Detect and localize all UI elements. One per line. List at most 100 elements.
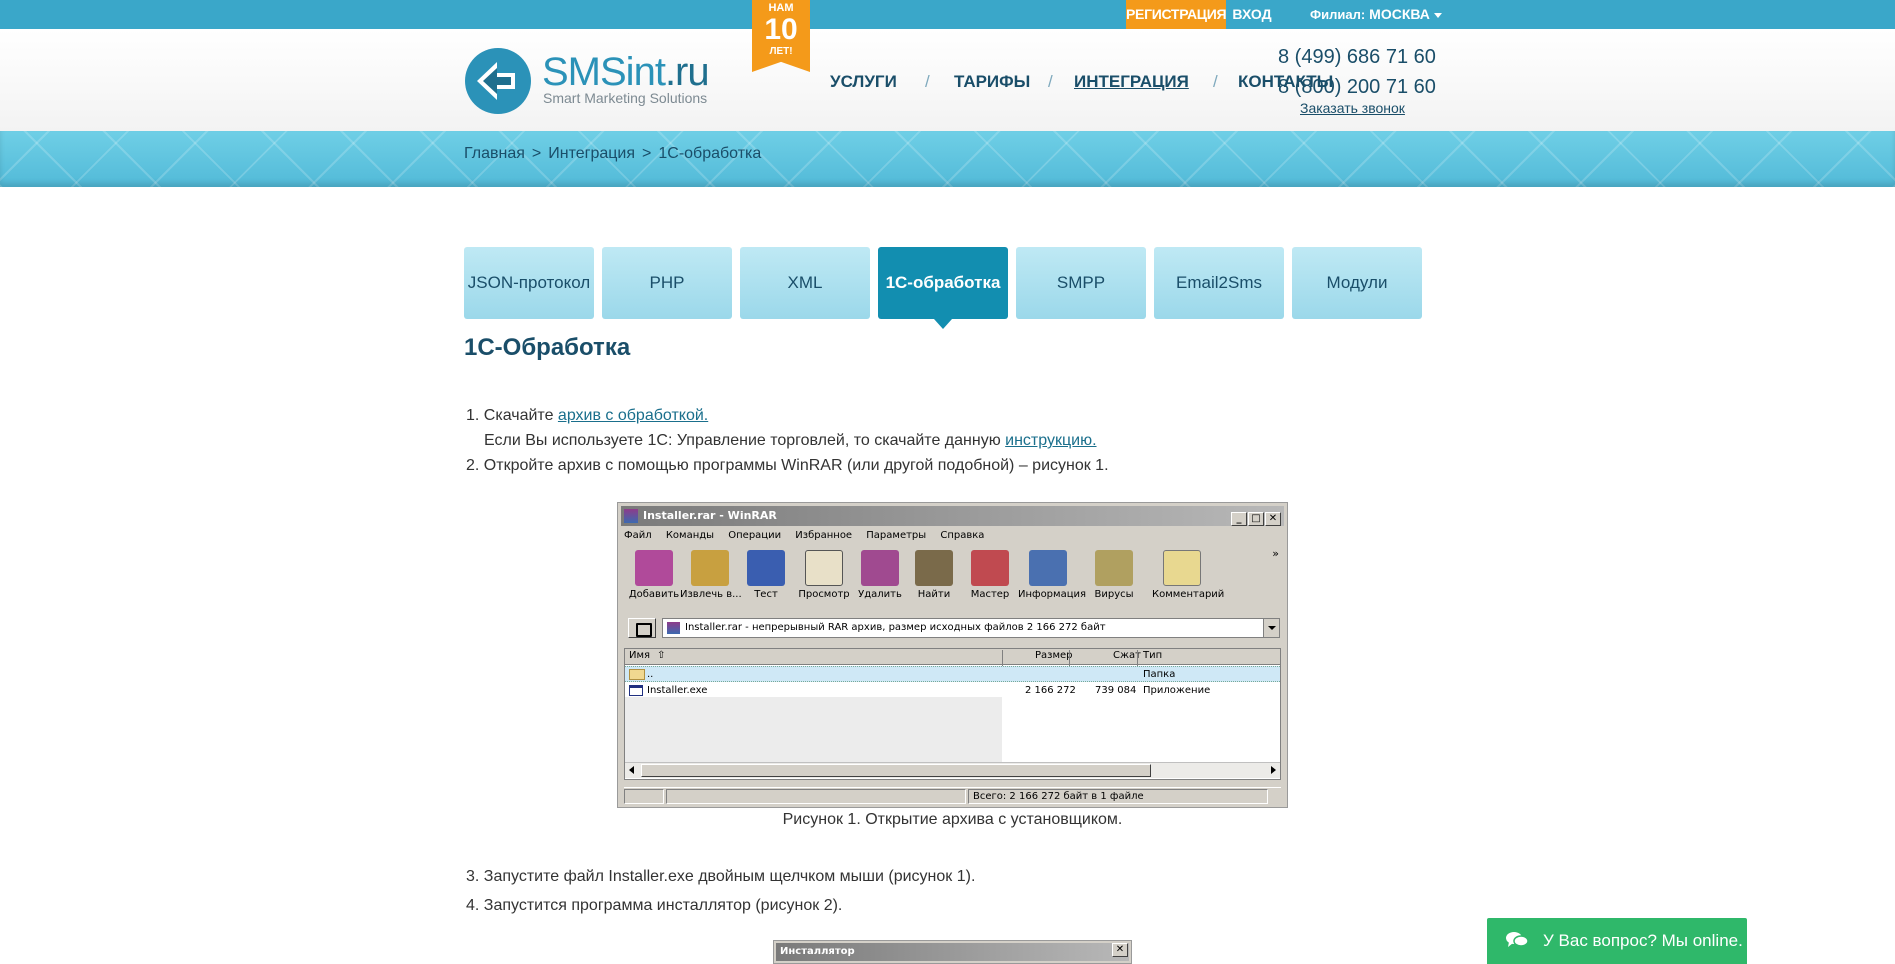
nav-separator: / xyxy=(1048,72,1053,91)
winrar-tool: Найти xyxy=(904,547,964,600)
test-icon xyxy=(747,550,785,586)
steps-list: 1. Скачайте архив с обработкой. Если Вы … xyxy=(466,403,1109,478)
phone-free[interactable]: 8 (800) 200 71 60 xyxy=(1278,72,1436,102)
winrar-tool-label: Мастер xyxy=(970,589,1010,600)
winrar-list-empty xyxy=(625,697,1002,762)
step-1-note: Если Вы используете 1С: Управление торго… xyxy=(466,428,1109,453)
breadcrumb-band xyxy=(0,131,1895,187)
winrar-tool-label: Комментарий xyxy=(1152,589,1225,600)
winrar-menu-item: Файл xyxy=(624,530,652,541)
tab-smpp[interactable]: SMPP xyxy=(1016,247,1146,319)
winrar-tool: Просмотр xyxy=(794,547,854,600)
step-3: 3. Запустите файл Installer.exe двойным … xyxy=(466,868,976,885)
winrar-menu: Файл Команды Операции Избранное Параметр… xyxy=(624,530,995,541)
winrar-path-bar: Installer.rar - непрерывный RAR архив, р… xyxy=(624,617,1281,639)
winrar-tool: Добавить xyxy=(624,547,684,600)
step-1-number: 1. xyxy=(466,407,480,424)
table-row: Installer.exe 2 166 272 739 084 Приложен… xyxy=(625,683,1280,699)
winrar-tool: Извлечь в... xyxy=(680,547,742,600)
more-icon: » xyxy=(1272,547,1279,560)
branch-label: Филиал: xyxy=(1310,7,1366,22)
archive-link[interactable]: архив с обработкой. xyxy=(558,407,708,424)
column-name: Имя xyxy=(629,650,651,661)
find-icon xyxy=(915,550,953,586)
chat-label: У Вас вопрос? Мы online. xyxy=(1543,931,1743,950)
horizontal-scrollbar xyxy=(625,762,1280,778)
branch-selector[interactable]: Филиал: МОСКВА xyxy=(1310,0,1442,29)
winrar-tool-label: Найти xyxy=(917,589,951,600)
online-chat-button[interactable]: У Вас вопрос? Мы online. xyxy=(1487,918,1747,964)
column-type: Тип xyxy=(1143,650,1163,661)
column-separator xyxy=(1002,650,1003,666)
column-separator xyxy=(1137,650,1138,666)
tab-modules[interactable]: Модули xyxy=(1292,247,1422,319)
top-bar xyxy=(0,0,1895,29)
logo-name-tld: .ru xyxy=(664,50,710,94)
tab-php[interactable]: PHP xyxy=(602,247,732,319)
winrar-tool: Мастер xyxy=(960,547,1020,600)
step-1-note-text: Если Вы используете 1С: Управление торго… xyxy=(484,432,1006,449)
column-separator xyxy=(1069,650,1070,666)
step-4: 4. Запустится программа инсталлятор (рис… xyxy=(466,897,843,914)
nav-tariffs[interactable]: ТАРИФЫ xyxy=(954,72,1030,92)
site-header xyxy=(0,29,1895,131)
nav-services[interactable]: УСЛУГИ xyxy=(830,72,897,92)
nav-separator: / xyxy=(1213,72,1218,91)
column-size: Размер xyxy=(1035,650,1073,661)
tab-xml[interactable]: XML xyxy=(740,247,870,319)
winrar-menu-item: Избранное xyxy=(795,530,853,541)
winrar-tool-label: Просмотр xyxy=(798,589,850,600)
scroll-right-icon xyxy=(1271,766,1276,774)
winrar-toolbar: Добавить Извлечь в... Тест Просмотр Удал… xyxy=(624,547,1281,607)
phone-moscow[interactable]: 8 (499) 686 71 60 xyxy=(1278,42,1436,72)
breadcrumb-integration[interactable]: Интеграция xyxy=(548,145,635,162)
badge-bottom-text: ЛЕТ! xyxy=(769,46,793,57)
breadcrumb-current[interactable]: 1С-обработка xyxy=(658,145,761,162)
row-type: Приложение xyxy=(1143,685,1211,696)
logo-subtitle: Smart Marketing Solutions xyxy=(543,90,708,106)
add-icon xyxy=(635,550,673,586)
winrar-tool-label: Удалить xyxy=(858,589,902,600)
info-icon xyxy=(1029,550,1067,586)
extract-icon xyxy=(691,550,729,586)
login-link[interactable]: ВХОД xyxy=(1226,0,1278,29)
chat-bubble-icon xyxy=(1506,932,1529,947)
tab-1c[interactable]: 1С-обработка xyxy=(878,247,1008,329)
exe-file-icon xyxy=(629,685,643,696)
virus-icon xyxy=(1095,550,1133,586)
winrar-path-combo: Installer.rar - непрерывный RAR архив, р… xyxy=(662,618,1280,638)
row-type: Папка xyxy=(1143,669,1176,680)
tab-json[interactable]: JSON-протокол xyxy=(464,247,594,319)
winrar-tool: Вирусы xyxy=(1084,547,1144,600)
winrar-title: Installer.rar - WinRAR xyxy=(643,509,777,522)
winrar-screenshot: Installer.rar - WinRAR _ □ ✕ Файл Команды … xyxy=(617,502,1288,808)
logo-icon[interactable] xyxy=(463,46,533,116)
breadcrumb-home[interactable]: Главная xyxy=(464,145,525,162)
step-1-text: Скачайте xyxy=(483,407,558,424)
nav-integration[interactable]: ИНТЕГРАЦИЯ xyxy=(1074,72,1189,92)
breadcrumb-separator: > xyxy=(531,145,542,162)
breadcrumb: Главная > Интеграция >1С-обработка xyxy=(464,145,761,163)
installer-titlebar: Инсталлятор xyxy=(776,943,1129,961)
row-packed: 739 084 xyxy=(1095,685,1137,696)
status-segment xyxy=(666,789,966,804)
winrar-window-buttons: _ □ ✕ xyxy=(1230,508,1281,528)
nav-separator: / xyxy=(925,72,930,91)
winrar-app-icon xyxy=(624,509,638,523)
view-icon xyxy=(805,550,843,586)
steps-list-continued: 3. Запустите файл Installer.exe двойным … xyxy=(466,862,975,920)
up-folder-icon xyxy=(628,618,656,638)
winrar-menu-item: Операции xyxy=(728,530,782,541)
winrar-tool-label: Информация xyxy=(1018,589,1087,600)
tab-email2sms[interactable]: Email2Sms xyxy=(1154,247,1284,319)
winrar-tool: Комментарий xyxy=(1152,547,1225,600)
winrar-list-header: Имя ⇧ Размер Сжат Тип xyxy=(625,649,1280,666)
logo-text[interactable]: SMSint.ru xyxy=(542,50,710,95)
callback-link[interactable]: Заказать звонок xyxy=(1300,100,1405,116)
row-name: .. xyxy=(647,669,654,680)
instruction-link[interactable]: инструкцию. xyxy=(1005,432,1096,449)
chevron-down-icon xyxy=(1433,13,1442,19)
register-link[interactable]: РЕГИСТРАЦИЯ xyxy=(1126,0,1227,29)
row-name: Installer.exe xyxy=(647,685,708,696)
delete-icon xyxy=(861,550,899,586)
